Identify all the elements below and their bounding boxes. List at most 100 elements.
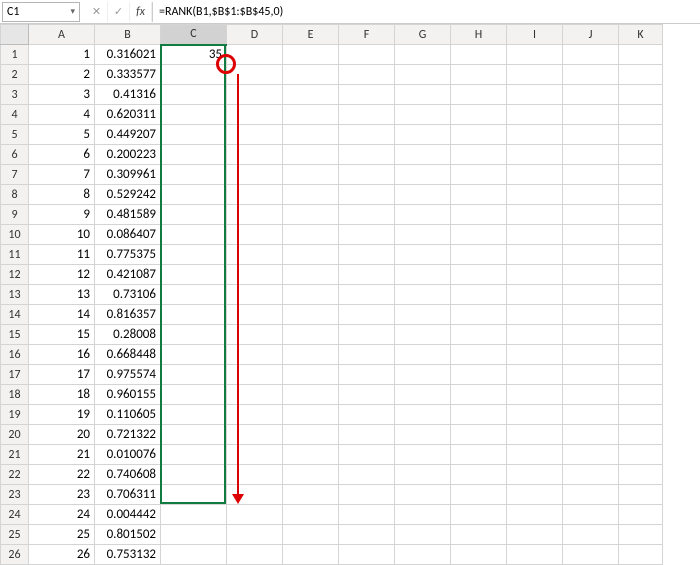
cell-F3[interactable]: [339, 85, 395, 105]
cell-J5[interactable]: [563, 125, 619, 145]
cell-J7[interactable]: [563, 165, 619, 185]
cell-F10[interactable]: [339, 225, 395, 245]
cell-F15[interactable]: [339, 325, 395, 345]
cell-C5[interactable]: [161, 125, 227, 145]
cell-A8[interactable]: 8: [29, 185, 95, 205]
cell-A12[interactable]: 12: [29, 265, 95, 285]
cell-G12[interactable]: [395, 265, 451, 285]
cell-B1[interactable]: 0.316021: [95, 45, 161, 65]
col-header-F[interactable]: F: [339, 25, 395, 45]
row-header[interactable]: 14: [1, 305, 29, 325]
cell-K7[interactable]: [619, 165, 663, 185]
cell-C23[interactable]: [161, 485, 227, 505]
cell-K2[interactable]: [619, 65, 663, 85]
cell-F17[interactable]: [339, 365, 395, 385]
name-box[interactable]: C1 ▾: [2, 2, 80, 22]
cell-A14[interactable]: 14: [29, 305, 95, 325]
cell-E23[interactable]: [283, 485, 339, 505]
cell-B25[interactable]: 0.801502: [95, 525, 161, 545]
cell-H25[interactable]: [451, 525, 507, 545]
cell-J20[interactable]: [563, 425, 619, 445]
cell-B11[interactable]: 0.775375: [95, 245, 161, 265]
cell-J19[interactable]: [563, 405, 619, 425]
cell-E18[interactable]: [283, 385, 339, 405]
cell-E12[interactable]: [283, 265, 339, 285]
cell-A2[interactable]: 2: [29, 65, 95, 85]
cell-K16[interactable]: [619, 345, 663, 365]
cell-B22[interactable]: 0.740608: [95, 465, 161, 485]
cell-F7[interactable]: [339, 165, 395, 185]
cell-H23[interactable]: [451, 485, 507, 505]
cell-F16[interactable]: [339, 345, 395, 365]
cell-C17[interactable]: [161, 365, 227, 385]
cell-I5[interactable]: [507, 125, 563, 145]
cell-C4[interactable]: [161, 105, 227, 125]
cell-E5[interactable]: [283, 125, 339, 145]
cell-K15[interactable]: [619, 325, 663, 345]
cell-B14[interactable]: 0.816357: [95, 305, 161, 325]
cell-C11[interactable]: [161, 245, 227, 265]
row-header[interactable]: 13: [1, 285, 29, 305]
cell-H7[interactable]: [451, 165, 507, 185]
cell-B17[interactable]: 0.975574: [95, 365, 161, 385]
cell-C18[interactable]: [161, 385, 227, 405]
cell-A11[interactable]: 11: [29, 245, 95, 265]
cell-I18[interactable]: [507, 385, 563, 405]
cell-J14[interactable]: [563, 305, 619, 325]
cell-B12[interactable]: 0.421087: [95, 265, 161, 285]
row-header[interactable]: 6: [1, 145, 29, 165]
cell-G5[interactable]: [395, 125, 451, 145]
cell-B3[interactable]: 0.41316: [95, 85, 161, 105]
cell-E1[interactable]: [283, 45, 339, 65]
cell-J21[interactable]: [563, 445, 619, 465]
cell-C2[interactable]: [161, 65, 227, 85]
cell-C7[interactable]: [161, 165, 227, 185]
cell-H13[interactable]: [451, 285, 507, 305]
cell-H19[interactable]: [451, 405, 507, 425]
cell-C6[interactable]: [161, 145, 227, 165]
chevron-down-icon[interactable]: ▾: [70, 6, 75, 17]
cell-I24[interactable]: [507, 505, 563, 525]
cell-E21[interactable]: [283, 445, 339, 465]
cell-E3[interactable]: [283, 85, 339, 105]
cell-J8[interactable]: [563, 185, 619, 205]
cell-C13[interactable]: [161, 285, 227, 305]
cell-D18[interactable]: [227, 385, 283, 405]
cell-F8[interactable]: [339, 185, 395, 205]
cell-D16[interactable]: [227, 345, 283, 365]
cancel-icon[interactable]: ✕: [86, 2, 108, 22]
row-header[interactable]: 26: [1, 545, 29, 565]
row-header[interactable]: 10: [1, 225, 29, 245]
cell-I14[interactable]: [507, 305, 563, 325]
cell-A26[interactable]: 26: [29, 545, 95, 565]
formula-bar[interactable]: =RANK(B1,$B$1:$B$45,0): [152, 2, 700, 22]
cell-K18[interactable]: [619, 385, 663, 405]
cell-G17[interactable]: [395, 365, 451, 385]
cell-B7[interactable]: 0.309961: [95, 165, 161, 185]
cell-I9[interactable]: [507, 205, 563, 225]
cell-I8[interactable]: [507, 185, 563, 205]
cell-K12[interactable]: [619, 265, 663, 285]
cell-F13[interactable]: [339, 285, 395, 305]
cell-A17[interactable]: 17: [29, 365, 95, 385]
cell-K3[interactable]: [619, 85, 663, 105]
cell-K5[interactable]: [619, 125, 663, 145]
cell-G14[interactable]: [395, 305, 451, 325]
cell-K10[interactable]: [619, 225, 663, 245]
cell-F21[interactable]: [339, 445, 395, 465]
cell-I4[interactable]: [507, 105, 563, 125]
cell-J23[interactable]: [563, 485, 619, 505]
cell-B21[interactable]: 0.010076: [95, 445, 161, 465]
cell-G15[interactable]: [395, 325, 451, 345]
cell-D19[interactable]: [227, 405, 283, 425]
row-header[interactable]: 19: [1, 405, 29, 425]
cell-D11[interactable]: [227, 245, 283, 265]
cell-A22[interactable]: 22: [29, 465, 95, 485]
cell-E8[interactable]: [283, 185, 339, 205]
cell-H9[interactable]: [451, 205, 507, 225]
cell-E9[interactable]: [283, 205, 339, 225]
cell-F24[interactable]: [339, 505, 395, 525]
cell-H14[interactable]: [451, 305, 507, 325]
cell-D5[interactable]: [227, 125, 283, 145]
cell-I16[interactable]: [507, 345, 563, 365]
